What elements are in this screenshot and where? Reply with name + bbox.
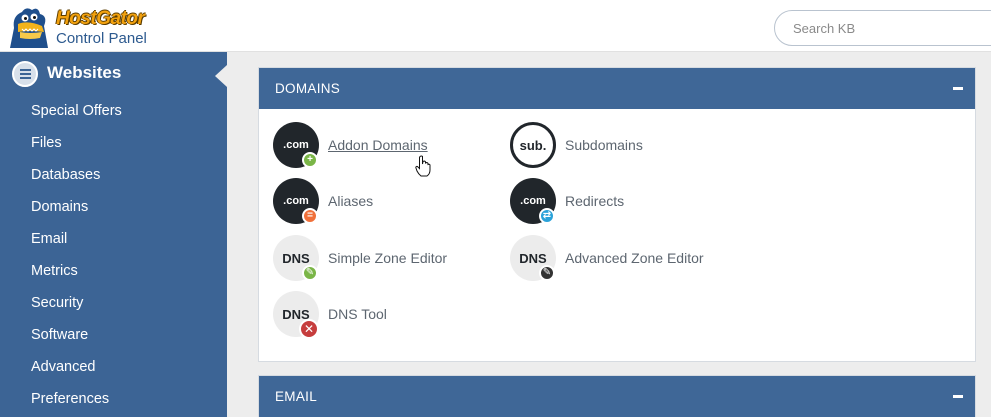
domains-panel: DOMAINS .com + Addon Domains sub. Subdom… — [258, 67, 976, 362]
search-kb-input[interactable] — [774, 10, 991, 46]
tool-label[interactable]: Subdomains — [565, 137, 643, 153]
pencil-icon: ✎ — [539, 265, 555, 281]
tool-advanced-zone-editor[interactable]: DNS ✎ Advanced Zone Editor — [510, 235, 750, 281]
pencil-icon: ✎ — [302, 265, 318, 281]
redirect-arrows-icon: ⇄ — [539, 208, 555, 224]
sidebar-item-advanced[interactable]: Advanced — [0, 351, 227, 383]
sidebar-item-preferences[interactable]: Preferences — [0, 383, 227, 415]
tool-aliases[interactable]: .com = Aliases — [273, 178, 473, 224]
sidebar-header[interactable]: Websites — [0, 52, 227, 94]
sidebar-nav: Special Offers Files Databases Domains E… — [0, 95, 227, 415]
sidebar-active-pointer — [215, 65, 227, 87]
sidebar-item-metrics[interactable]: Metrics — [0, 255, 227, 287]
tool-label[interactable]: DNS Tool — [328, 306, 387, 322]
brand-name: HostGator — [56, 8, 145, 29]
wrench-icon: ✕ — [299, 319, 319, 339]
hand-cursor-icon — [415, 155, 431, 177]
minus-icon[interactable] — [953, 395, 963, 398]
tool-simple-zone-editor[interactable]: DNS ✎ Simple Zone Editor — [273, 235, 493, 281]
minus-icon[interactable] — [953, 87, 963, 90]
tool-label[interactable]: Addon Domains — [328, 137, 428, 153]
sidebar-item-domains[interactable]: Domains — [0, 191, 227, 223]
plus-icon: + — [302, 152, 318, 168]
domains-panel-header[interactable]: DOMAINS — [259, 68, 975, 109]
tool-label[interactable]: Redirects — [565, 193, 624, 209]
email-panel: EMAIL — [258, 375, 976, 417]
email-panel-title: EMAIL — [275, 389, 318, 404]
top-header: HostGator Control Panel — [0, 0, 991, 52]
sidebar: Websites Special Offers Files Databases … — [0, 52, 227, 417]
brand-subtitle: Control Panel — [56, 30, 147, 47]
gator-mascot-icon — [10, 8, 48, 48]
sidebar-item-databases[interactable]: Databases — [0, 159, 227, 191]
list-icon — [12, 61, 38, 87]
tool-label[interactable]: Aliases — [328, 193, 373, 209]
equals-icon: = — [302, 208, 318, 224]
tool-redirects[interactable]: .com ⇄ Redirects — [510, 178, 710, 224]
tool-dns-tool[interactable]: DNS ✕ DNS Tool — [273, 291, 473, 339]
sidebar-item-special-offers[interactable]: Special Offers — [0, 95, 227, 127]
sidebar-item-files[interactable]: Files — [0, 127, 227, 159]
tool-addon-domains[interactable]: .com + Addon Domains — [273, 122, 473, 168]
sidebar-item-email[interactable]: Email — [0, 223, 227, 255]
tool-label[interactable]: Simple Zone Editor — [328, 250, 447, 266]
tool-label[interactable]: Advanced Zone Editor — [565, 250, 704, 266]
sidebar-item-security[interactable]: Security — [0, 287, 227, 319]
sub-icon: sub. — [510, 122, 556, 168]
sidebar-title: Websites — [47, 63, 122, 82]
sidebar-item-software[interactable]: Software — [0, 319, 227, 351]
tool-subdomains[interactable]: sub. Subdomains — [510, 122, 710, 168]
hostgator-logo[interactable] — [4, 4, 52, 50]
domains-panel-title: DOMAINS — [275, 81, 341, 96]
email-panel-header[interactable]: EMAIL — [259, 376, 975, 417]
cpanel-app: HostGator Control Panel Websites Special… — [0, 0, 991, 417]
